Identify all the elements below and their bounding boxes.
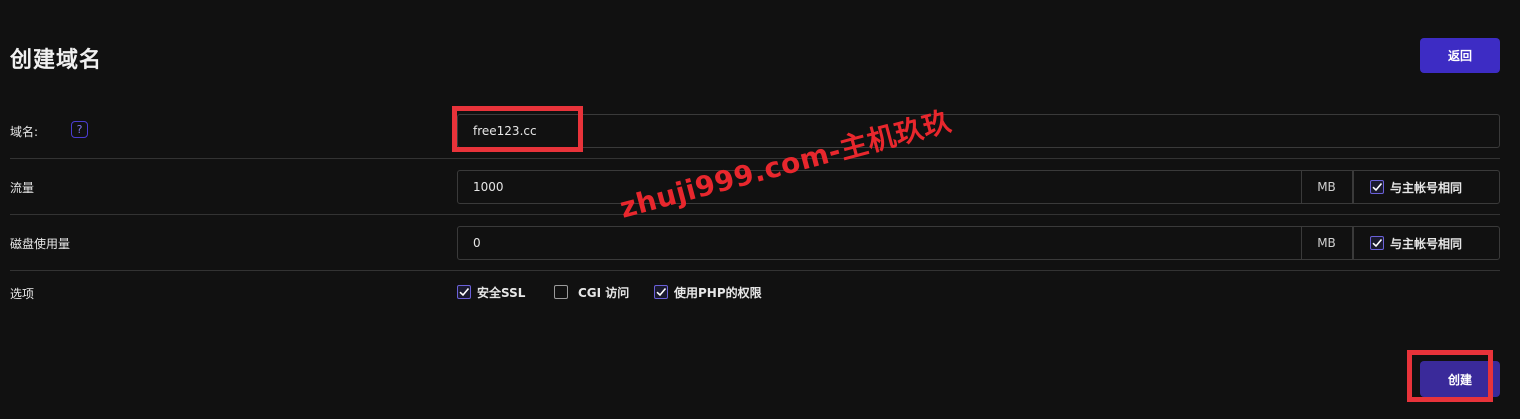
traffic-same-as-main[interactable]: 与主帐号相同 [1353, 170, 1500, 204]
disk-same-as-main[interactable]: 与主帐号相同 [1353, 226, 1500, 260]
help-icon[interactable]: ? [71, 121, 88, 138]
disk-unit: MB [1301, 226, 1353, 260]
traffic-unit: MB [1301, 170, 1353, 204]
domain-label: 域名: [10, 125, 39, 139]
checkbox-checked-icon[interactable] [1370, 236, 1384, 250]
checkbox-checked-icon[interactable] [457, 285, 471, 299]
option-ssl[interactable]: 安全SSL [457, 284, 525, 300]
checkbox-checked-icon[interactable] [654, 285, 668, 299]
traffic-label: 流量 [10, 181, 35, 195]
option-ssl-label: 安全SSL [477, 285, 526, 300]
traffic-same-label: 与主帐号相同 [1390, 180, 1463, 195]
traffic-input[interactable] [457, 170, 1302, 204]
create-button[interactable]: 创建 [1420, 361, 1500, 397]
checkbox-checked-icon[interactable] [1370, 180, 1384, 194]
options-label: 选项 [10, 287, 35, 301]
disk-same-label: 与主帐号相同 [1390, 236, 1463, 251]
disk-input[interactable] [457, 226, 1302, 260]
option-php-label: 使用PHP的权限 [674, 285, 762, 300]
option-cgi[interactable]: CGI 访问 [554, 284, 629, 300]
divider-2 [10, 214, 1500, 215]
checkbox-unchecked-icon[interactable] [554, 285, 568, 299]
domain-input[interactable] [457, 114, 1500, 148]
option-cgi-label: CGI 访问 [578, 285, 630, 300]
divider-3 [10, 270, 1500, 271]
back-button[interactable]: 返回 [1420, 38, 1500, 73]
page-title: 创建域名 [10, 48, 103, 73]
disk-label: 磁盘使用量 [10, 237, 71, 251]
option-php[interactable]: 使用PHP的权限 [654, 284, 762, 300]
